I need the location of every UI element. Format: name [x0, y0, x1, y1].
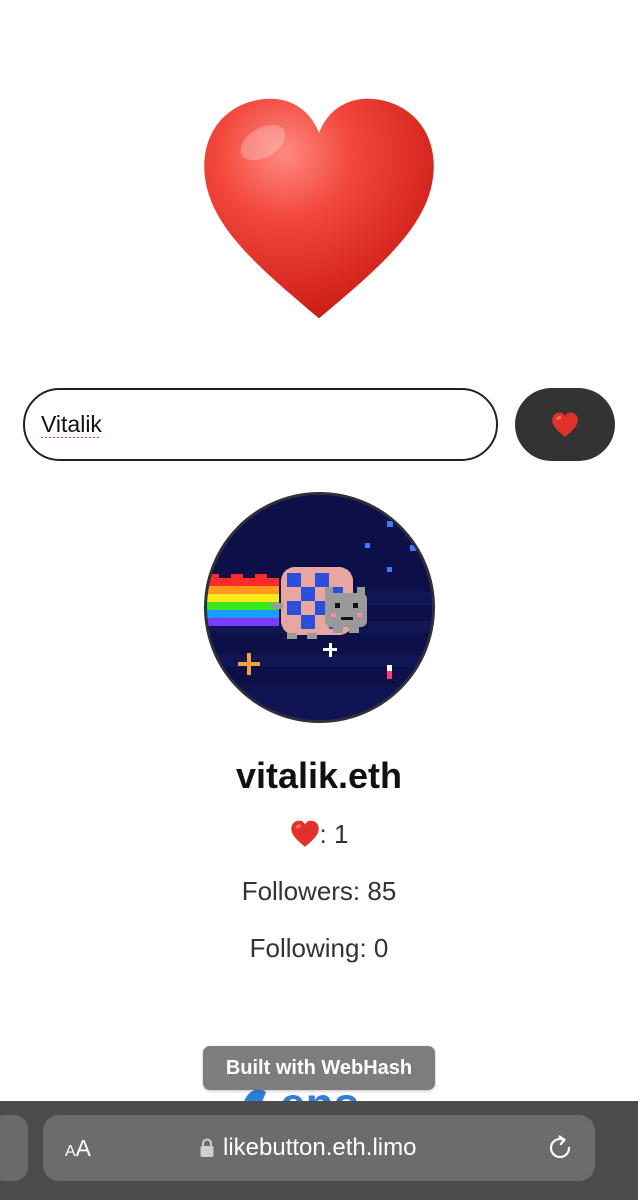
built-with-badge[interactable]: Built with WebHash [203, 1046, 435, 1090]
likes-count-label: : 1 [319, 819, 349, 849]
profile-name: vitalik.eth [235, 755, 403, 796]
text-size-button[interactable]: AA [65, 1134, 91, 1166]
previous-tab-peek[interactable] [0, 1115, 28, 1181]
heart-icon [552, 412, 578, 437]
browser-address-bar: AA likebutton.eth.limo [0, 1101, 638, 1200]
hero-heart-icon [204, 98, 434, 319]
nyan-cat-avatar-image [207, 495, 432, 720]
url-field[interactable]: AA likebutton.eth.limo [43, 1115, 595, 1181]
search-field[interactable] [23, 388, 498, 461]
text-size-small-a: A [65, 1143, 76, 1160]
heart-icon [290, 820, 319, 847]
url-text: likebutton.eth.limo [223, 1134, 417, 1161]
search-input[interactable] [41, 390, 471, 458]
text-size-large-a: A [75, 1135, 92, 1161]
lock-icon [200, 1138, 214, 1157]
like-button[interactable] [515, 388, 615, 461]
following-count: Following: 0 [249, 933, 389, 963]
likes-count: : 1 [0, 817, 638, 851]
avatar [204, 492, 435, 723]
reload-icon[interactable] [545, 1133, 575, 1163]
followers-count: Followers: 85 [241, 876, 397, 906]
url-display[interactable]: likebutton.eth.limo [199, 1133, 416, 1163]
